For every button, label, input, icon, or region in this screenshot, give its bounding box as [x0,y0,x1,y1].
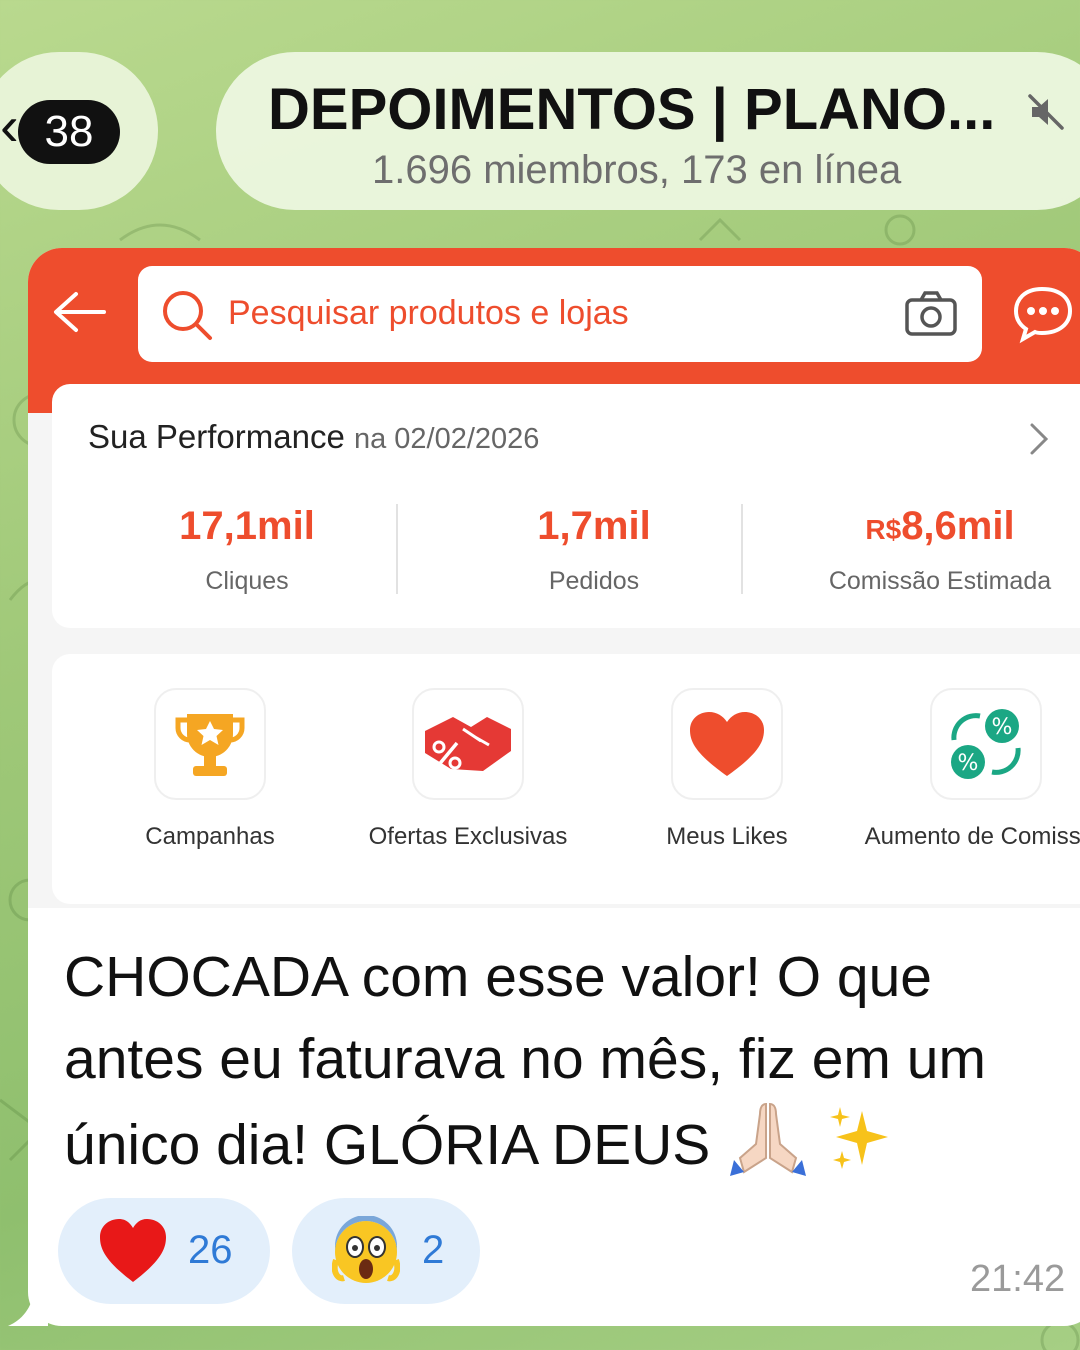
metric-number: 1,7mil [537,504,651,548]
metric-orders: 1,7mil Pedidos [424,504,764,596]
folded-hands-emoji [726,1100,810,1198]
chevron-right-icon [1030,423,1049,455]
menu-item-ofertas: Ofertas Exclusivas [338,688,598,852]
metric-label: Pedidos [548,567,640,595]
menu-item-aumento-comissao: % % Aumento de Comissão [856,688,1080,852]
reaction-heart[interactable]: 26 [58,1198,270,1304]
camera-icon [905,291,957,336]
unread-count-badge[interactable]: 38 [18,100,120,164]
search-bar: Pesquisar produtos e lojas [138,266,982,362]
red-heart-icon [100,1219,166,1282]
performance-heading: Sua Performance [88,418,345,455]
performance-card: Sua Performance na 02/02/2026 17,1mil Cl… [52,384,1080,628]
menu-label: Aumento de Comissão [864,823,1080,850]
metric-value: 17,1mil [77,504,417,549]
chat-member-status: 1.696 miembros, 173 en línea [372,148,902,192]
metric-commission: R$8,6mil Comissão Estimada [770,504,1080,596]
bubble-tail [8,1290,48,1326]
message-line-text: único dia! GLÓRIA DEUS [64,1113,711,1178]
shortcut-menu: Campanhas Ofertas Exclusivas Meus Likes … [52,654,1080,904]
metric-number: 17,1mil [179,504,315,548]
sparkles-emoji [826,1103,896,1195]
search-placeholder: Pesquisar produtos e lojas [228,294,629,332]
menu-item-campanhas: Campanhas [80,688,340,852]
metric-clicks: 17,1mil Cliques [77,504,417,596]
arrow-left-icon [54,292,106,332]
metric-value: 1,7mil [424,504,764,549]
message-line: CHOCADA com esse valor! O que [64,945,932,1009]
scream-face-icon [332,1216,400,1283]
metric-label: Cliques [205,567,289,595]
search-icon [163,291,212,340]
percent-exchange-icon: % % [930,688,1042,800]
menu-label: Meus Likes [666,823,788,850]
back-chevron-icon: ‹ [0,94,19,157]
menu-label: Ofertas Exclusivas [368,823,568,850]
handshake-percent-icon [412,688,524,800]
message-text: CHOCADA com esse valor! O que antes eu f… [64,936,1074,1198]
message-bubble[interactable]: Pesquisar produtos e lojas Sua Performan… [28,248,1080,1326]
reaction-count: 2 [422,1228,445,1272]
metric-currency: R$ [865,514,902,545]
metric-number: 8,6mil [901,504,1015,548]
metric-label: Comissão Estimada [828,567,1052,595]
performance-date: na 02/02/2026 [353,423,540,455]
svg-text:%: % [992,715,1013,740]
metric-divider [396,504,398,594]
muted-speaker-icon [1028,94,1064,130]
metric-divider [741,504,743,594]
message-line: antes eu faturava no mês, fiz em um [64,1027,986,1091]
heart-icon [671,688,783,800]
metric-value: R$8,6mil [770,504,1080,549]
menu-item-likes: Meus Likes [597,688,857,852]
chat-bubble-icon [1013,286,1073,344]
reaction-scream[interactable]: 2 [292,1198,480,1304]
svg-text:%: % [958,751,979,776]
performance-title: Sua Performance na 02/02/2026 [88,418,539,456]
message-timestamp: 21:42 [970,1258,1066,1300]
chat-title[interactable]: DEPOIMENTOS | PLANO... [268,76,1028,143]
trophy-icon [154,688,266,800]
menu-label: Campanhas [145,823,275,850]
message-line: único dia! GLÓRIA DEUS [64,1100,1074,1198]
reaction-count: 26 [188,1228,233,1272]
